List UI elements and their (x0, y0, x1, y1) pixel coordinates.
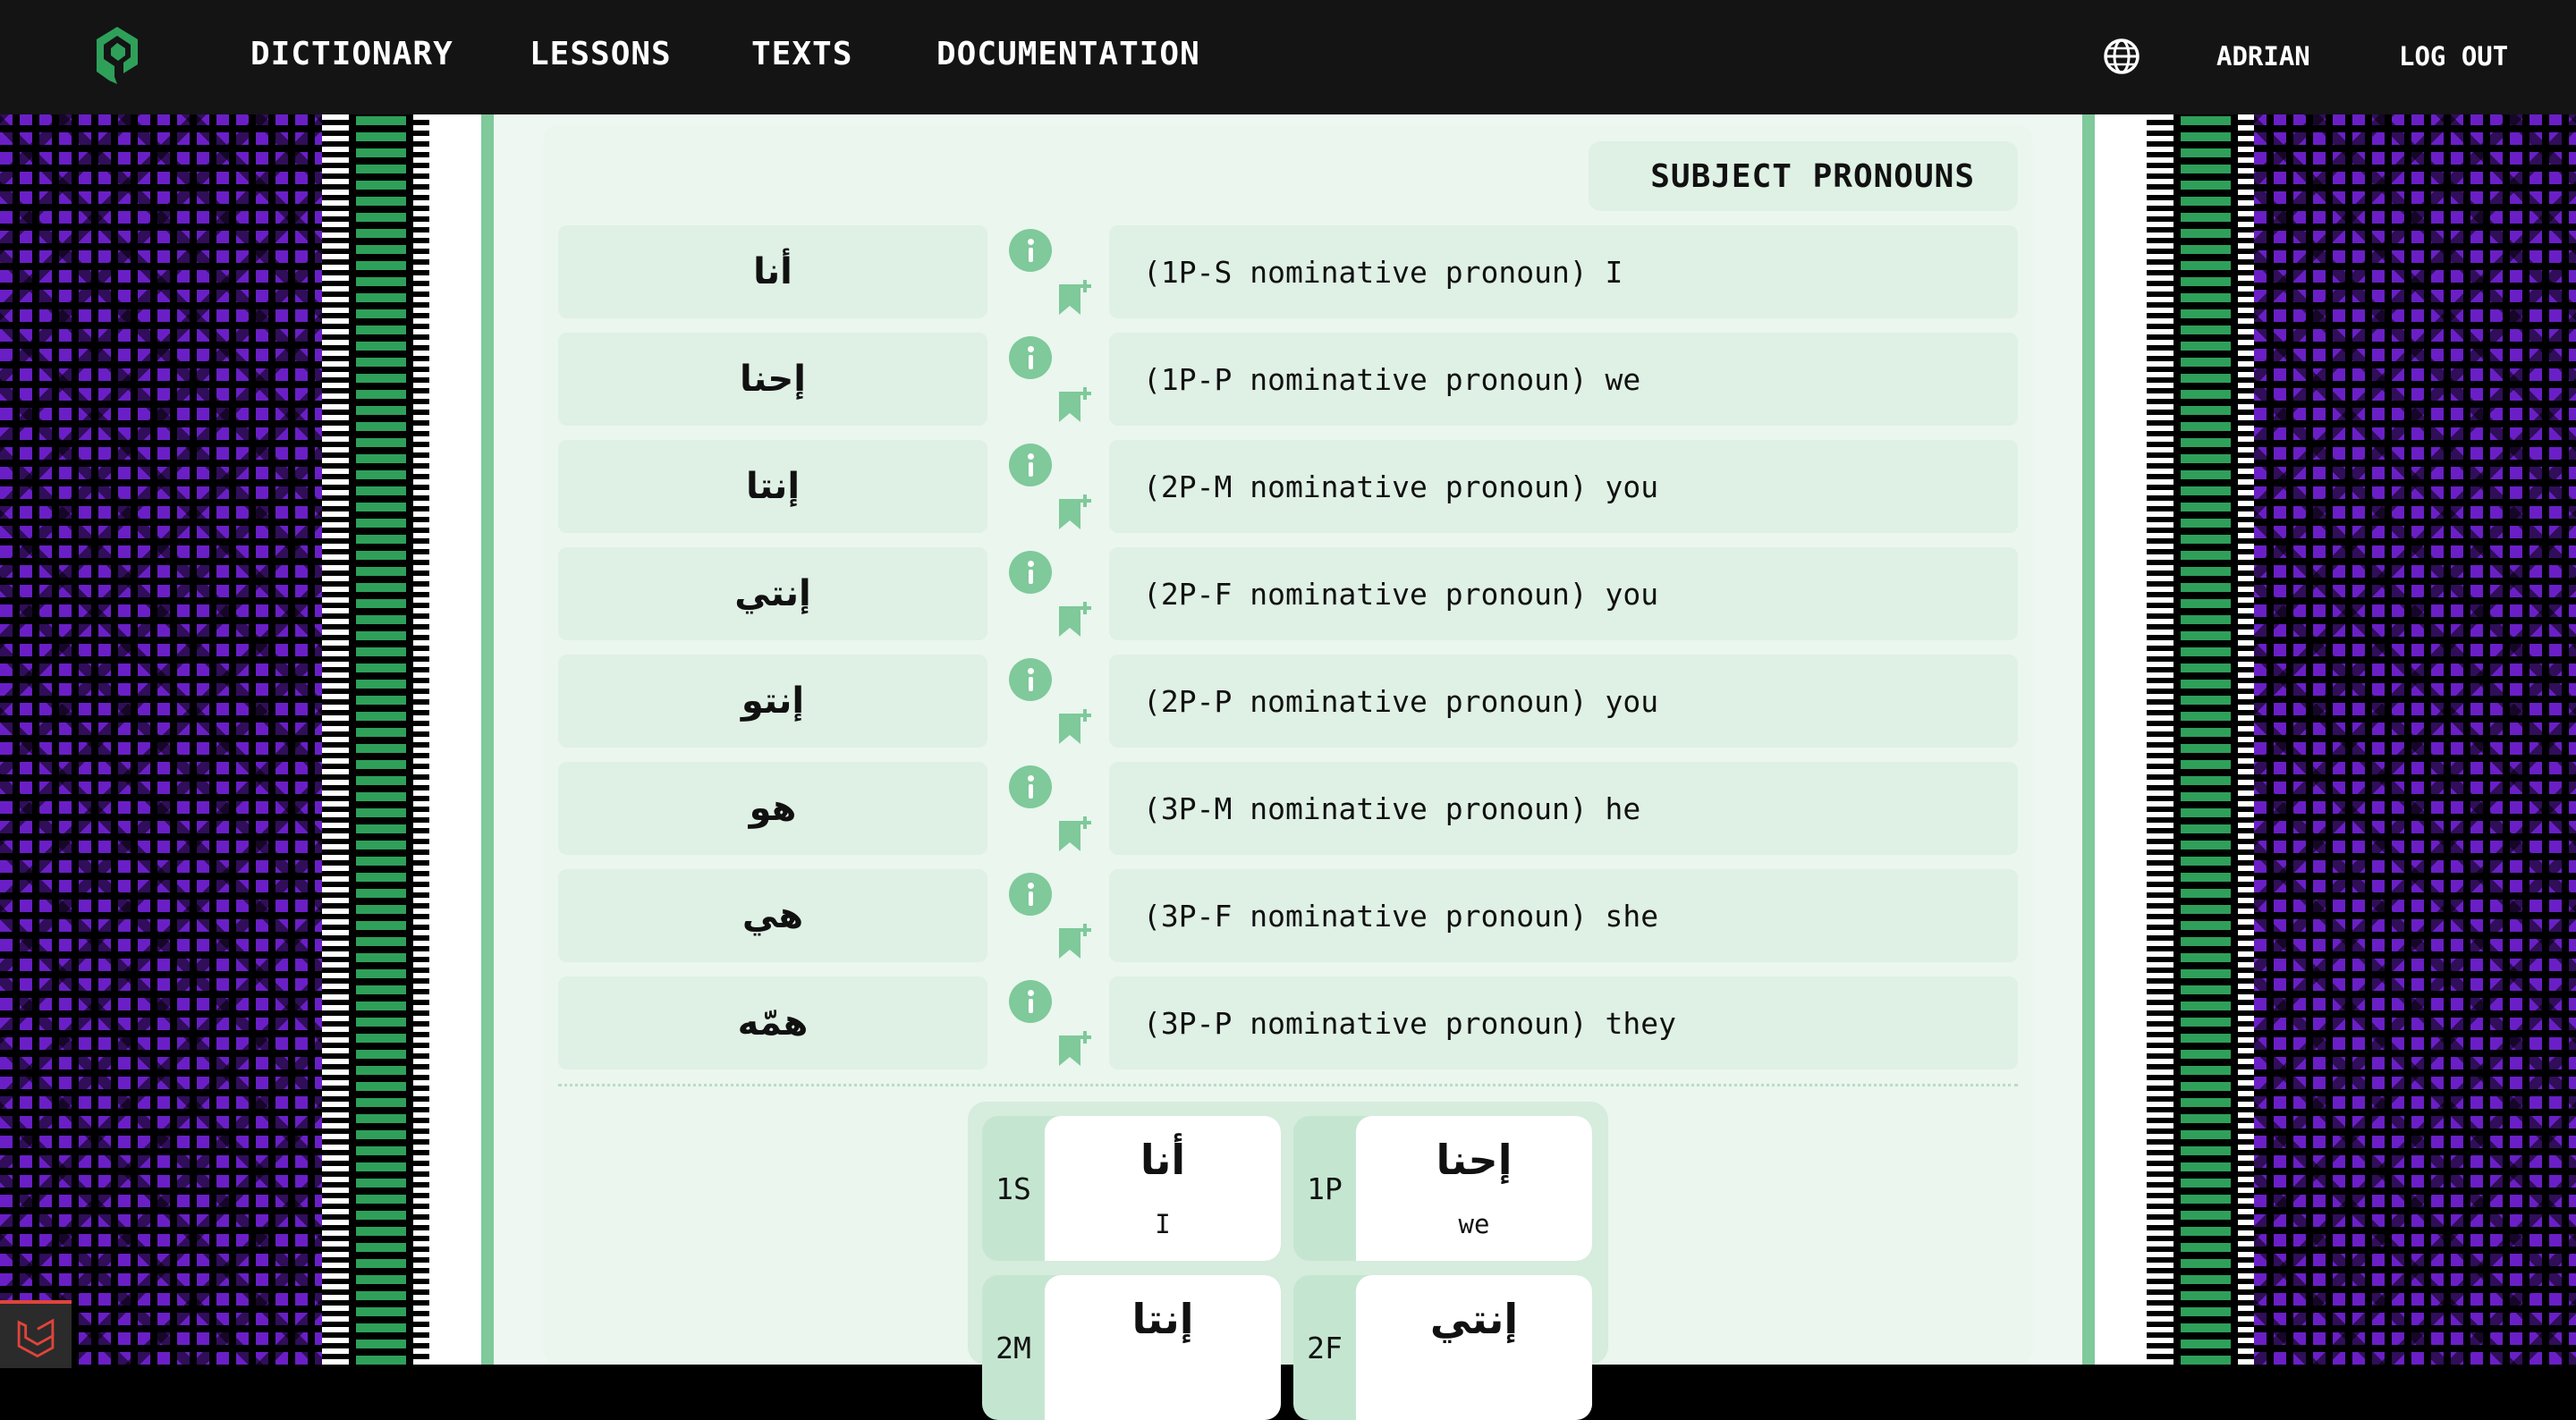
decorative-pattern-right (2254, 0, 2576, 1365)
section-title: SUBJECT PRONOUNS (1589, 141, 2018, 211)
divider (558, 1084, 2018, 1086)
info-icon[interactable] (1009, 444, 1052, 486)
info-icon[interactable] (1009, 873, 1052, 916)
grid-word-box: إنتي (1356, 1275, 1592, 1420)
person-code: 1S (996, 1171, 1031, 1206)
top-navigation-bar: DICTIONARY LESSONS TEXTS DOCUMENTATION A… (0, 0, 2576, 114)
arabic-word[interactable]: إنتا (558, 440, 987, 533)
definition-text: (3P-M nominative pronoun) he (1109, 762, 2018, 855)
arabic-word[interactable]: إنتي (558, 547, 987, 640)
add-bookmark-icon[interactable] (1055, 490, 1095, 531)
info-icon[interactable] (1009, 765, 1052, 808)
nav-dictionary[interactable]: DICTIONARY (250, 36, 453, 72)
info-icon[interactable] (1009, 658, 1052, 701)
arabic-word[interactable]: إنتو (558, 655, 987, 748)
info-icon[interactable] (1009, 980, 1052, 1023)
grid-word-box: إحنا we (1356, 1116, 1592, 1261)
grid-english: we (1458, 1209, 1490, 1239)
pronoun-row: هي (3P-F nominative pronoun) she (558, 869, 2018, 962)
person-code: 2F (1307, 1330, 1343, 1365)
definition-text: (2P-M nominative pronoun) you (1109, 440, 2018, 533)
grid-word-box: أنا I (1045, 1116, 1281, 1261)
user-menu-link[interactable]: ADRIAN (2216, 41, 2310, 72)
add-bookmark-icon[interactable] (1055, 275, 1095, 317)
definition-text: (2P-F nominative pronoun) you (1109, 547, 2018, 640)
grid-english: I (1155, 1209, 1171, 1239)
add-bookmark-icon[interactable] (1055, 1027, 1095, 1068)
definition-text: (3P-F nominative pronoun) she (1109, 869, 2018, 962)
arabic-word[interactable]: هو (558, 762, 987, 855)
globe-icon[interactable] (2102, 37, 2141, 76)
info-icon[interactable] (1009, 551, 1052, 594)
grid-arabic: إنتا (1131, 1295, 1194, 1343)
grid-card-2m[interactable]: 2M إنتا (982, 1275, 1281, 1420)
arabic-word[interactable]: أنا (558, 225, 987, 318)
arabic-word[interactable]: همّه (558, 976, 987, 1069)
grid-arabic: إحنا (1436, 1136, 1513, 1184)
decorative-pattern-left (0, 0, 322, 1365)
nav-documentation[interactable]: DOCUMENTATION (936, 36, 1200, 72)
grid-card-2f[interactable]: 2F إنتي (1293, 1275, 1592, 1420)
pronoun-row: إنتو (2P-P nominative pronoun) you (558, 655, 2018, 748)
info-icon[interactable] (1009, 229, 1052, 272)
grid-card-1s[interactable]: 1S أنا I (982, 1116, 1281, 1261)
pronoun-row: إنتا (2P-M nominative pronoun) you (558, 440, 2018, 533)
grid-arabic: إنتي (1429, 1295, 1519, 1343)
pronoun-row: إنتي (2P-F nominative pronoun) you (558, 547, 2018, 640)
add-bookmark-icon[interactable] (1055, 705, 1095, 746)
logo-icon[interactable] (91, 23, 143, 88)
add-bookmark-icon[interactable] (1055, 383, 1095, 424)
add-bookmark-icon[interactable] (1055, 919, 1095, 960)
grid-arabic: أنا (1140, 1136, 1186, 1184)
decorative-stripe-right (2147, 0, 2254, 1365)
grid-card-1p[interactable]: 1P إحنا we (1293, 1116, 1592, 1261)
pronoun-row: إحنا (1P-P nominative pronoun) we (558, 333, 2018, 426)
pronoun-row: أنا (1P-S nominative pronoun) I (558, 225, 2018, 318)
add-bookmark-icon[interactable] (1055, 812, 1095, 853)
person-code: 1P (1307, 1171, 1343, 1206)
arabic-word[interactable]: إحنا (558, 333, 987, 426)
decorative-stripe-left (322, 0, 429, 1365)
pronoun-row: همّه (3P-P nominative pronoun) they (558, 976, 2018, 1069)
person-code: 2M (996, 1330, 1031, 1365)
arabic-word[interactable]: هي (558, 869, 987, 962)
add-bookmark-icon[interactable] (1055, 597, 1095, 638)
definition-text: (2P-P nominative pronoun) you (1109, 655, 2018, 748)
info-icon[interactable] (1009, 336, 1052, 379)
nav-texts[interactable]: TEXTS (751, 36, 852, 72)
definition-text: (1P-S nominative pronoun) I (1109, 225, 2018, 318)
laravel-icon (17, 1318, 55, 1358)
logout-button[interactable]: LOG OUT (2399, 41, 2508, 72)
pronoun-row: هو (3P-M nominative pronoun) he (558, 762, 2018, 855)
grid-word-box: إنتا (1045, 1275, 1281, 1420)
debug-badge[interactable] (0, 1300, 72, 1368)
definition-text: (1P-P nominative pronoun) we (1109, 333, 2018, 426)
nav-lessons[interactable]: LESSONS (530, 36, 672, 72)
definition-text: (3P-P nominative pronoun) they (1109, 976, 2018, 1069)
